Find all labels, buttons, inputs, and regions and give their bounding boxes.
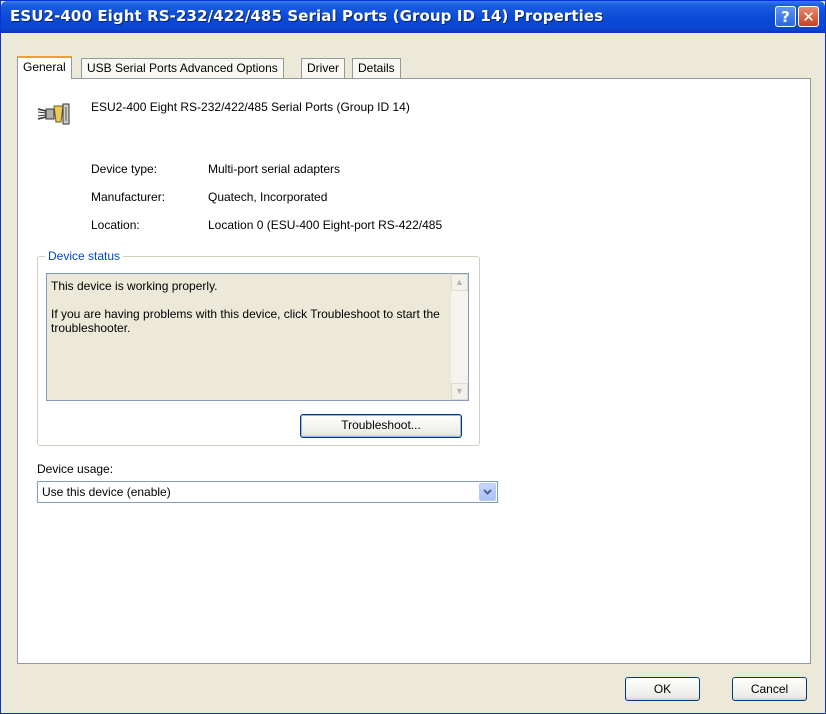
status-scrollbar[interactable]: ▲ ▼ — [451, 274, 468, 400]
location-value: Location 0 (ESU-400 Eight-port RS-422/48… — [208, 218, 443, 232]
dropdown-button[interactable] — [479, 483, 496, 501]
help-button[interactable]: ? — [775, 6, 796, 27]
device-usage-select[interactable]: Use this device (enable) — [37, 481, 498, 503]
status-line-troubleshoot-hint: If you are having problems with this dev… — [51, 307, 440, 335]
chevron-down-icon — [483, 489, 492, 495]
scroll-up-arrow-icon[interactable]: ▲ — [451, 274, 468, 291]
title-bar[interactable]: ESU2-400 Eight RS-232/422/485 Serial Por… — [1, 1, 825, 33]
tab-usb-serial-ports-advanced-options[interactable]: USB Serial Ports Advanced Options — [81, 58, 284, 78]
troubleshoot-button[interactable]: Troubleshoot... — [300, 414, 462, 438]
device-name: ESU2-400 Eight RS-232/422/485 Serial Por… — [91, 100, 410, 114]
serial-port-icon — [37, 103, 70, 125]
properties-window: ESU2-400 Eight RS-232/422/485 Serial Por… — [0, 0, 826, 714]
location-label: Location: — [91, 218, 140, 232]
device-status-group: Device status This device is working pro… — [37, 249, 480, 446]
scroll-down-arrow-icon[interactable]: ▼ — [451, 383, 468, 400]
device-type-label: Device type: — [91, 162, 158, 176]
manufacturer-label: Manufacturer: — [91, 190, 166, 204]
status-line-working: This device is working properly. — [51, 279, 218, 293]
device-status-legend: Device status — [45, 249, 124, 263]
close-button[interactable]: ✕ — [798, 6, 819, 27]
device-usage-value: Use this device (enable) — [42, 485, 171, 499]
window-title: ESU2-400 Eight RS-232/422/485 Serial Por… — [10, 7, 604, 25]
tab-general[interactable]: General — [17, 56, 72, 79]
device-status-textbox[interactable]: This device is working properly. If you … — [46, 273, 469, 401]
general-tab-panel: ESU2-400 Eight RS-232/422/485 Serial Por… — [17, 78, 811, 664]
manufacturer-value: Quatech, Incorporated — [208, 190, 328, 204]
ok-button[interactable]: OK — [625, 677, 700, 701]
tab-details[interactable]: Details — [352, 58, 401, 78]
cancel-button[interactable]: Cancel — [732, 677, 807, 701]
device-type-value: Multi-port serial adapters — [208, 162, 341, 176]
tab-driver[interactable]: Driver — [301, 58, 345, 78]
device-status-text: This device is working properly. If you … — [51, 279, 447, 335]
device-usage-label: Device usage: — [37, 462, 114, 476]
